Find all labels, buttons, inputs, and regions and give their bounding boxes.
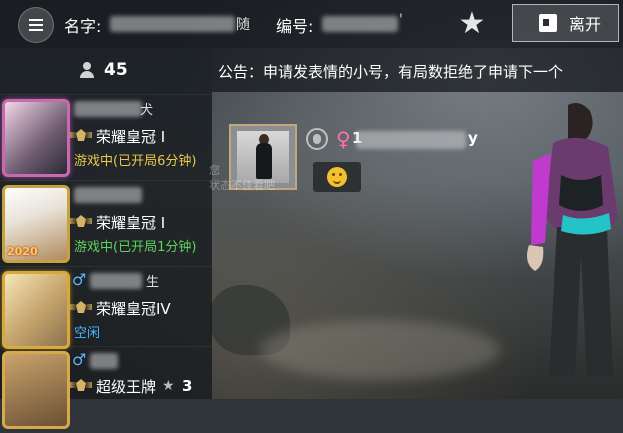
friend-name-tail: 生	[146, 275, 160, 290]
faded-chat-line: 您	[209, 164, 220, 177]
friend-rank: 超级王牌	[96, 378, 157, 396]
avatar	[2, 271, 70, 349]
id-tail: '	[399, 12, 403, 28]
friend-status: 游戏中(已开局1分钟)	[74, 240, 197, 255]
friend-name-redacted	[90, 353, 118, 369]
rank-star-icon: ★	[162, 378, 175, 394]
avatar	[2, 351, 70, 429]
friend-name-redacted	[74, 187, 142, 203]
friend-item[interactable]: 犬 荣耀皇冠 I 游戏中(已开局6分钟)	[0, 94, 212, 181]
name-redacted	[110, 16, 235, 32]
top-bar: 名字: 随 编号: ' ★ 离开	[0, 0, 623, 48]
avatar	[2, 99, 70, 177]
male-icon: ♂	[72, 270, 87, 289]
friend-rank: 荣耀皇冠IV	[96, 300, 171, 318]
menu-icon	[29, 19, 43, 31]
avatar: 2020	[2, 185, 70, 263]
voice-icon[interactable]	[306, 128, 328, 150]
avatar-frame-badge: 2020	[7, 245, 38, 258]
game-character	[527, 103, 618, 377]
rank-star-count: 3	[182, 377, 193, 395]
id-redacted	[322, 16, 398, 32]
leave-label: 离开	[569, 15, 602, 34]
id-label: 编号:	[276, 17, 314, 36]
rank-crown-icon	[70, 128, 92, 144]
person-icon	[80, 62, 94, 78]
friend-name-redacted	[74, 101, 142, 117]
chat-player-name-end: y	[468, 129, 478, 147]
rank-ace-icon	[70, 378, 92, 394]
male-icon: ♂	[72, 350, 87, 369]
leave-button[interactable]: 离开	[512, 4, 619, 42]
name-label: 名字:	[64, 17, 102, 36]
friend-sidebar: 45 犬 荣耀皇冠 I 游戏中(已开局6分钟) 2020 荣耀皇冠 I 游戏中(…	[0, 48, 212, 429]
online-count-row: 45	[80, 60, 128, 80]
friend-item[interactable]: ♂ 超级王牌 ★ 3	[0, 346, 212, 433]
emoji-message[interactable]	[313, 162, 361, 192]
friend-item[interactable]: 2020 荣耀皇冠 I 游戏中(已开局1分钟)	[0, 180, 212, 267]
chat-player-name-redacted	[356, 131, 466, 149]
friend-name-redacted	[90, 273, 142, 289]
friend-status: 游戏中(已开局6分钟)	[74, 154, 197, 169]
faded-chat-text: 您 状态不佳看吧	[209, 163, 275, 193]
star-icon: ★	[458, 6, 486, 41]
name-tail: 随	[236, 17, 250, 33]
friend-rank: 荣耀皇冠 I	[96, 214, 166, 232]
rank-crown-icon	[70, 300, 92, 316]
female-icon: ♀	[336, 127, 351, 151]
favorite-button[interactable]: ★	[454, 8, 490, 40]
friend-item[interactable]: ♂ 生 荣耀皇冠IV 空闲	[0, 266, 212, 353]
online-count: 45	[104, 60, 128, 80]
fog-scenery	[260, 320, 500, 380]
friend-rank: 荣耀皇冠 I	[96, 128, 166, 146]
menu-button[interactable]	[18, 7, 54, 43]
announcement-bar: 公告：申请发表情的小号，有局数拒绝了申请下一个	[212, 48, 623, 92]
faded-chat-line: 状态不佳看吧	[209, 179, 275, 192]
exit-icon	[539, 14, 557, 32]
friend-name-tail: 犬	[140, 103, 154, 118]
rank-crown-icon	[70, 214, 92, 230]
announcement-text: 公告：申请发表情的小号，有局数拒绝了申请下一个	[218, 63, 564, 81]
friend-status: 空闲	[74, 326, 101, 341]
thinking-emoji-icon	[327, 167, 347, 187]
